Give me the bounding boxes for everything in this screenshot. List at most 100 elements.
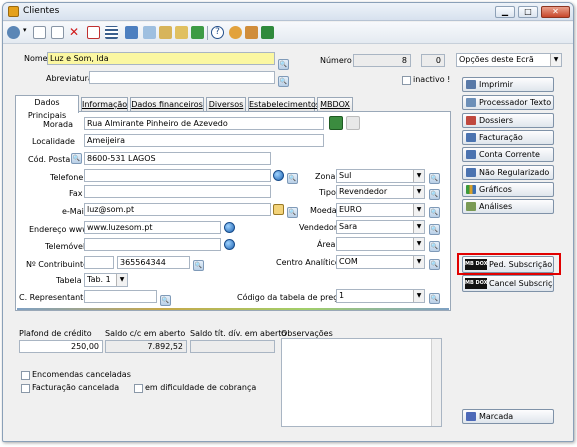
tabela-select[interactable]: Tab. 1 ▼ — [84, 273, 128, 287]
phone-globe-icon[interactable] — [273, 170, 284, 181]
telefone-lookup-icon[interactable]: 🔍 — [287, 173, 298, 184]
analitico-select[interactable]: COM ▼ — [336, 255, 425, 269]
observacoes-textarea[interactable] — [281, 338, 442, 427]
exit-icon[interactable] — [261, 26, 274, 39]
opcoes-select[interactable]: Opções deste Ecrã ▼ — [456, 53, 562, 67]
refresh-icon[interactable] — [191, 26, 204, 39]
sidebar-item-processador[interactable]: Processador Texto — [462, 95, 554, 110]
tools-icon[interactable] — [245, 26, 258, 39]
abreviatura-lookup-icon[interactable]: 🔍 — [278, 76, 289, 87]
tab-dados-financeiros[interactable]: Dados financeiros — [130, 97, 204, 112]
sidebar-item-label: Dossiers — [479, 116, 513, 125]
sidebar-item-imprimir[interactable]: Imprimir — [462, 77, 554, 92]
localidade-label: Localidade — [32, 137, 75, 146]
tipo-select[interactable]: Revendedor ▼ — [336, 185, 425, 199]
search-record-icon[interactable] — [143, 26, 156, 39]
numero-extra-field[interactable]: 0 — [421, 54, 445, 67]
analitico-select-value: COM — [339, 257, 358, 266]
maximize-button[interactable]: □ — [518, 6, 538, 18]
minimize-button[interactable]: ▁ — [495, 6, 515, 18]
settings-icon[interactable] — [229, 26, 242, 39]
sidebar-item-facturacao[interactable]: Facturação — [462, 130, 554, 145]
close-button[interactable]: ✕ — [541, 6, 570, 18]
nome-field[interactable]: Luz e Som, lda — [47, 52, 275, 65]
facturacao-checkbox[interactable] — [21, 384, 30, 393]
localidade-field[interactable]: Ameijeira — [84, 134, 324, 147]
inactivo-checkbox[interactable] — [402, 76, 411, 85]
tab-estabelecimentos[interactable]: Estabelecimentos — [248, 97, 320, 112]
help-icon[interactable]: ? — [211, 26, 224, 39]
encomendas-label: Encomendas canceladas — [32, 370, 131, 379]
vendedor-select[interactable]: Sara ▼ — [336, 220, 425, 234]
area-lookup-icon[interactable]: 🔍 — [429, 241, 440, 252]
new-record-icon[interactable] — [33, 26, 46, 39]
open-icon[interactable] — [159, 26, 172, 39]
ped-subscricao-button[interactable]: MB DOX Ped. Subscrição — [462, 256, 554, 273]
telemovel-globe-icon[interactable] — [224, 239, 235, 250]
nome-lookup-icon[interactable]: 🔍 — [278, 59, 289, 70]
chevron-down-icon: ▼ — [413, 221, 424, 233]
area-select[interactable]: ▼ — [336, 237, 425, 251]
invoice-icon — [466, 133, 476, 142]
sidebar-item-nao-regularizado[interactable]: Não Regularizado — [462, 165, 554, 180]
sidebar-item-dossiers[interactable]: Dossiers — [462, 113, 554, 128]
moeda-lookup-icon[interactable]: 🔍 — [429, 207, 440, 218]
email-field[interactable]: luz@som.pt — [84, 203, 271, 216]
contribuinte-lookup-icon[interactable]: 🔍 — [193, 260, 204, 271]
fax-field[interactable] — [84, 185, 271, 198]
contribuinte-field[interactable]: 365564344 — [117, 256, 190, 269]
open-folder-icon[interactable] — [125, 26, 138, 39]
morada-field[interactable]: Rua Almirante Pinheiro de Azevedo — [84, 117, 324, 130]
codpostal-lookup-icon[interactable]: 🔍 — [71, 153, 82, 164]
delete-red-icon[interactable] — [87, 26, 100, 39]
email-icon[interactable] — [273, 204, 284, 215]
telemovel-field[interactable] — [84, 238, 221, 251]
chevron-down-icon: ▼ — [116, 274, 127, 286]
sidebar-item-analises[interactable]: Análises — [462, 199, 554, 214]
cancel-subscricao-button[interactable]: MB DOXCancel Subscrição — [462, 275, 554, 292]
sidebar-item-conta-corrente[interactable]: Conta Corrente — [462, 147, 554, 162]
dificuldade-checkbox[interactable] — [134, 384, 143, 393]
analitico-lookup-icon[interactable]: 🔍 — [429, 259, 440, 270]
representante-lookup-icon[interactable]: 🔍 — [160, 295, 171, 306]
tab-diversos[interactable]: Diversos — [206, 97, 246, 112]
abreviatura-field[interactable] — [89, 71, 275, 84]
marcada-button[interactable]: Marcada — [462, 409, 554, 424]
clientes-window: Clientes ▁ □ ✕ ▾ ✕ ? Nome Luz e Som, lda… — [2, 2, 574, 442]
tipo-lookup-icon[interactable]: 🔍 — [429, 189, 440, 200]
zona-lookup-icon[interactable]: 🔍 — [429, 173, 440, 184]
encomendas-checkbox[interactable] — [21, 371, 30, 380]
zona-select[interactable]: Sul ▼ — [336, 169, 425, 183]
codtabela-select[interactable]: 1 ▼ — [336, 289, 425, 303]
saldo-label: Saldo c/c em aberto — [105, 329, 186, 338]
chart-icon — [466, 185, 476, 194]
map-icon[interactable] — [329, 116, 343, 130]
delete-icon[interactable]: ✕ — [69, 26, 82, 39]
text-editor-icon — [466, 98, 476, 107]
www-globe-icon[interactable] — [224, 222, 235, 233]
tab-dados-principais[interactable]: Dados Principais — [15, 95, 79, 120]
moeda-select[interactable]: EURO ▼ — [336, 203, 425, 217]
telefone-field[interactable] — [84, 169, 271, 182]
export-icon[interactable] — [175, 26, 188, 39]
numero-field[interactable]: 8 — [353, 54, 411, 67]
sidebar-item-graficos[interactable]: Gráficos — [462, 182, 554, 197]
plafond-field[interactable]: 250,00 — [19, 340, 103, 353]
representante-field[interactable] — [84, 290, 157, 303]
obs-scrollbar[interactable] — [431, 339, 441, 426]
vendedor-lookup-icon[interactable]: 🔍 — [429, 224, 440, 235]
grid-icon[interactable] — [105, 26, 118, 39]
tab-mbdox[interactable]: MBDOX — [317, 97, 353, 112]
tab-informacao[interactable]: Informação — [81, 97, 128, 112]
codpostal-field[interactable]: 8600-531 LAGOS — [84, 152, 271, 165]
circle-menu-icon[interactable] — [7, 26, 20, 39]
map-disabled-icon[interactable] — [346, 116, 360, 130]
contribuinte-prefix-field[interactable] — [84, 256, 114, 269]
www-field[interactable]: www.luzesom.pt — [84, 221, 221, 234]
codtabela-label: Código da tabela de preços — [237, 293, 347, 302]
analitico-label: Centro Analítico — [276, 258, 340, 267]
email-lookup-icon[interactable]: 🔍 — [287, 207, 298, 218]
codtabela-lookup-icon[interactable]: 🔍 — [429, 293, 440, 304]
numero-label: Número — [320, 56, 352, 65]
new-document-icon[interactable] — [51, 26, 64, 39]
